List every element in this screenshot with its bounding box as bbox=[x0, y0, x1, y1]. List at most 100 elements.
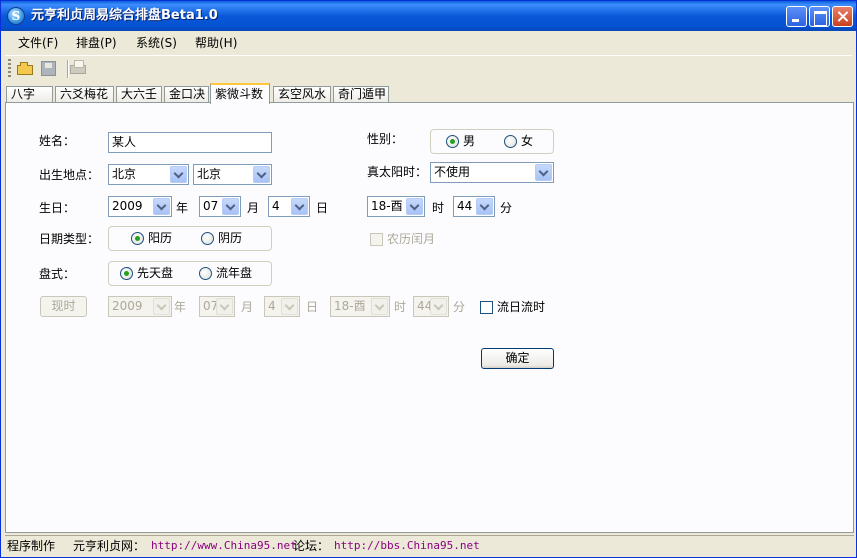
print-button[interactable] bbox=[68, 59, 88, 79]
tab-strip: 八字 六爻梅花 大六壬 金口决 紫微斗数 玄空风水 奇门遁甲 bbox=[5, 83, 854, 104]
radio-dot-icon bbox=[504, 135, 517, 148]
menu-help[interactable]: 帮助(H) bbox=[195, 35, 237, 52]
flow-day-select[interactable]: 4 bbox=[264, 296, 300, 317]
lunar-calendar-label: 阴历 bbox=[218, 231, 243, 245]
city-value: 北京 bbox=[197, 167, 222, 181]
radio-dot-icon bbox=[199, 267, 212, 280]
gender-female-label: 女 bbox=[521, 134, 534, 148]
open-button[interactable] bbox=[15, 59, 35, 79]
tab-daliuren[interactable]: 大六壬 bbox=[116, 86, 162, 103]
chevron-down-icon[interactable] bbox=[371, 298, 388, 315]
flow-minute-unit-label: 分 bbox=[453, 300, 466, 314]
solar-calendar-label: 阳历 bbox=[148, 231, 173, 245]
tab-jinkoujue[interactable]: 金口决 bbox=[164, 86, 209, 103]
innate-chart-radio[interactable]: 先天盘 bbox=[120, 265, 173, 282]
name-input[interactable]: 某人 bbox=[108, 132, 272, 153]
tab-bazi[interactable]: 八字 bbox=[6, 86, 53, 103]
flow-day-value: 4 bbox=[268, 299, 276, 313]
flow-hour-select[interactable]: 18-酉 bbox=[330, 296, 390, 317]
chevron-down-icon[interactable] bbox=[430, 298, 447, 315]
flow-day-hour-checkbox[interactable]: 流日流时 bbox=[480, 299, 545, 316]
solar-time-value: 不使用 bbox=[434, 165, 471, 179]
status-bar: 程序制作 元亨利贞网： http://www.China95.net 论坛： h… bbox=[5, 535, 854, 555]
month-unit-label: 月 bbox=[247, 201, 260, 215]
lunar-calendar-radio[interactable]: 阴历 bbox=[201, 230, 242, 247]
tab-qimen-dunjia[interactable]: 奇门遁甲 bbox=[333, 86, 389, 103]
chart-type-label: 盘式： bbox=[39, 267, 76, 281]
chevron-down-icon[interactable] bbox=[476, 198, 493, 215]
ziwei-form-panel: 姓名： 某人 性别： 男 女 出生地点： 北京 北京 真太阳时： 不使用 生日：… bbox=[5, 102, 854, 533]
chevron-down-icon[interactable] bbox=[222, 198, 239, 215]
save-button[interactable] bbox=[38, 59, 58, 79]
flow-year-select[interactable]: 2009 bbox=[108, 296, 172, 317]
chevron-down-icon[interactable] bbox=[153, 198, 170, 215]
date-type-label: 日期类型： bbox=[39, 232, 100, 246]
ok-button[interactable]: 确定 bbox=[481, 348, 554, 369]
birth-day-value: 4 bbox=[272, 199, 280, 213]
status-forum-link[interactable]: http://bbs.China95.net bbox=[334, 538, 480, 554]
menu-chart[interactable]: 排盘(P) bbox=[76, 35, 117, 52]
birthplace-label: 出生地点： bbox=[39, 168, 100, 182]
menu-system[interactable]: 系统(S) bbox=[136, 35, 177, 52]
province-select[interactable]: 北京 bbox=[108, 164, 189, 185]
chevron-down-icon[interactable] bbox=[153, 298, 170, 315]
status-forum-label: 论坛： bbox=[293, 539, 330, 553]
status-site-link[interactable]: http://www.China95.net bbox=[151, 538, 297, 554]
maximize-button[interactable] bbox=[809, 6, 830, 27]
save-icon bbox=[41, 61, 56, 76]
date-type-group: 阳历 阴历 bbox=[108, 226, 272, 251]
tab-liuyao-meihua[interactable]: 六爻梅花 bbox=[55, 86, 114, 103]
app-logo-icon bbox=[7, 7, 25, 25]
birth-hour-value: 18-酉 bbox=[371, 199, 403, 213]
menu-bar: 文件(F) 排盘(P) 系统(S) 帮助(H) bbox=[5, 33, 852, 53]
birth-day-select[interactable]: 4 bbox=[268, 196, 310, 217]
chevron-down-icon[interactable] bbox=[216, 298, 233, 315]
checkbox-box-icon bbox=[480, 301, 493, 314]
birth-year-select[interactable]: 2009 bbox=[108, 196, 172, 217]
hour-unit-label: 时 bbox=[432, 201, 445, 215]
tab-xuankong-fengshui[interactable]: 玄空风水 bbox=[273, 86, 331, 103]
flow-month-select[interactable]: 07 bbox=[199, 296, 235, 317]
radio-dot-icon bbox=[446, 135, 459, 148]
birth-minute-select[interactable]: 44 bbox=[453, 196, 495, 217]
birthday-label: 生日： bbox=[39, 201, 76, 215]
flowing-year-chart-radio[interactable]: 流年盘 bbox=[199, 265, 252, 282]
radio-dot-icon bbox=[120, 267, 133, 280]
open-folder-icon bbox=[17, 62, 33, 75]
birth-month-select[interactable]: 07 bbox=[199, 196, 241, 217]
birth-hour-select[interactable]: 18-酉 bbox=[367, 196, 425, 217]
leap-month-checkbox[interactable]: 农历闰月 bbox=[370, 231, 435, 248]
chevron-down-icon[interactable] bbox=[170, 166, 187, 183]
flow-minute-select[interactable]: 44 bbox=[413, 296, 449, 317]
flowing-year-chart-label: 流年盘 bbox=[216, 266, 253, 280]
toolbar-grip[interactable] bbox=[8, 59, 11, 78]
now-button[interactable]: 现时 bbox=[40, 296, 87, 317]
radio-dot-icon bbox=[131, 232, 144, 245]
tab-ziwei-doushu[interactable]: 紫微斗数 bbox=[210, 83, 270, 104]
menu-file[interactable]: 文件(F) bbox=[18, 35, 58, 52]
solar-calendar-radio[interactable]: 阳历 bbox=[131, 230, 172, 247]
chevron-down-icon[interactable] bbox=[281, 298, 298, 315]
city-select[interactable]: 北京 bbox=[193, 164, 272, 185]
chevron-down-icon[interactable] bbox=[253, 166, 270, 183]
close-button[interactable] bbox=[832, 6, 853, 27]
year-unit-label: 年 bbox=[176, 201, 189, 215]
chart-type-group: 先天盘 流年盘 bbox=[108, 261, 272, 286]
status-site-label: 元亨利贞网： bbox=[73, 539, 146, 553]
solar-time-select[interactable]: 不使用 bbox=[430, 162, 554, 183]
birth-minute-value: 44 bbox=[457, 199, 473, 213]
leap-month-label: 农历闰月 bbox=[387, 232, 436, 246]
flow-month-unit-label: 月 bbox=[241, 300, 254, 314]
flow-hour-value: 18-酉 bbox=[334, 299, 366, 313]
chevron-down-icon[interactable] bbox=[406, 198, 423, 215]
solar-time-label: 真太阳时： bbox=[367, 165, 428, 179]
chevron-down-icon[interactable] bbox=[291, 198, 308, 215]
chevron-down-icon[interactable] bbox=[535, 164, 552, 181]
gender-group: 男 女 bbox=[430, 129, 554, 154]
minimize-button[interactable] bbox=[786, 6, 807, 27]
gender-male-radio[interactable]: 男 bbox=[446, 133, 475, 150]
flow-day-hour-label: 流日流时 bbox=[497, 300, 546, 314]
day-unit-label: 日 bbox=[316, 201, 329, 215]
title-bar[interactable]: 元亨利贞周易综合排盘Beta1.0 bbox=[1, 1, 856, 31]
gender-female-radio[interactable]: 女 bbox=[504, 133, 533, 150]
